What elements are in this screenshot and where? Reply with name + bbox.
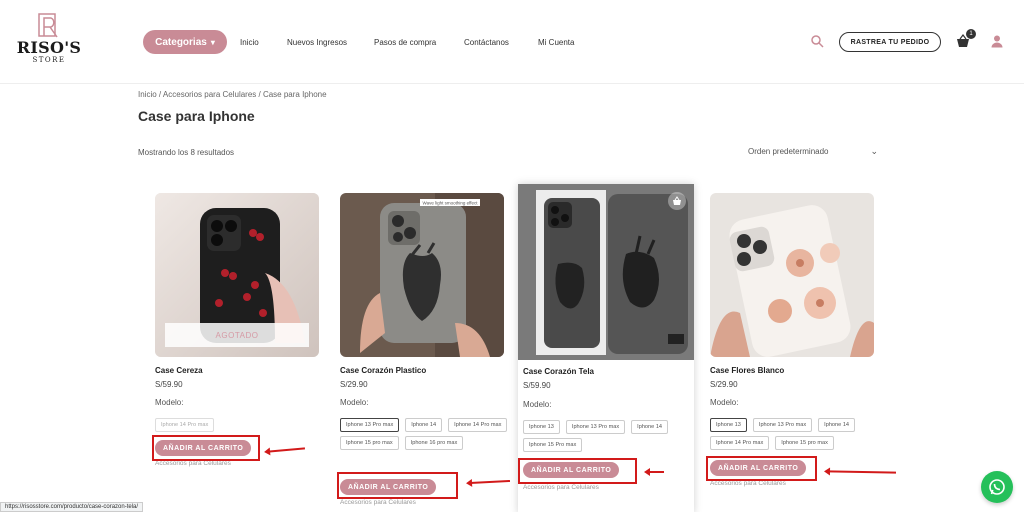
variant-option[interactable]: Iphone 14 Pro max (710, 436, 770, 450)
variant-option[interactable]: Iphone 13 Pro max (565, 420, 626, 434)
cart-count-badge: 1 (966, 29, 976, 39)
product-card[interactable]: AGOTADO Case Cereza S/59.90 Modelo: Ipho… (150, 190, 326, 512)
whatsapp-icon (989, 479, 1005, 495)
variant-option[interactable]: Iphone 13 (523, 420, 560, 434)
variant-option[interactable]: Iphone 13 Pro max (752, 418, 813, 432)
nav-pasos-de-compra[interactable]: Pasos de compra (374, 38, 436, 47)
whatsapp-button[interactable] (981, 471, 1013, 503)
sort-label: Orden predeterminado (748, 147, 829, 156)
annotation-highlight-box (518, 458, 637, 484)
image-caption: Wave light smoothing effect (422, 201, 478, 206)
product-name[interactable]: Case Flores Blanco (710, 366, 784, 375)
nav-inicio[interactable]: Inicio (240, 38, 259, 47)
variant-option[interactable]: Iphone 15 Pro max (523, 438, 583, 452)
product-price: S/29.90 (710, 380, 738, 389)
variant-list: Iphone 13 Iphone 13 Pro max Iphone 14 Ip… (710, 418, 880, 450)
product-name[interactable]: Case Corazón Plastico (340, 366, 426, 375)
product-price: S/59.90 (523, 381, 551, 390)
user-icon[interactable] (990, 34, 1004, 48)
variant-option[interactable]: Iphone 14 Pro max (155, 418, 215, 432)
variant-label: Modelo: (340, 398, 369, 407)
status-bar-url: https://risosstore.com/producto/case-cor… (0, 502, 144, 512)
nav-nuevos-ingresos[interactable]: Nuevos Ingresos (287, 38, 347, 47)
nav-contactanos[interactable]: Contáctanos (464, 38, 509, 47)
product-image[interactable] (710, 193, 874, 357)
logo-brand: RISO'S (16, 38, 82, 57)
logo-sub: STORE (32, 56, 66, 64)
variant-option[interactable]: Iphone 14 Pro max (448, 418, 508, 432)
annotation-highlight-box (706, 456, 817, 481)
variant-label: Modelo: (523, 400, 552, 409)
variant-option[interactable]: Iphone 16 pro max (404, 436, 464, 450)
site-header: RISO'S STORE Categorias ▾ Inicio Nuevos … (0, 0, 1024, 84)
variant-option[interactable]: Iphone 15 pro max (775, 436, 834, 450)
product-image[interactable] (518, 184, 694, 360)
product-card[interactable]: Wave light smoothing effect Case Corazón… (335, 190, 511, 512)
variant-label: Modelo: (155, 398, 184, 407)
variant-option[interactable]: Iphone 14 (405, 418, 443, 432)
categories-button[interactable]: Categorias ▾ (143, 30, 227, 54)
nav-mi-cuenta[interactable]: Mi Cuenta (538, 38, 574, 47)
variant-list: Iphone 13 Iphone 13 Pro max Iphone 14 Ip… (523, 420, 693, 452)
product-category[interactable]: Accesorios para Celulares (710, 480, 786, 487)
sold-out-overlay: AGOTADO (165, 323, 309, 347)
variant-list: Iphone 14 Pro max (155, 418, 325, 432)
product-name[interactable]: Case Cereza (155, 366, 203, 375)
product-image[interactable]: Wave light smoothing effect (340, 193, 504, 357)
site-logo[interactable]: RISO'S STORE (16, 10, 82, 74)
variant-label: Modelo: (710, 398, 739, 407)
chevron-down-icon: ▾ (210, 37, 215, 47)
product-category[interactable]: Accesorios para Celulares (523, 484, 599, 491)
logo-monogram-icon (38, 13, 58, 38)
product-name[interactable]: Case Corazón Tela (523, 367, 594, 376)
product-price: S/59.90 (155, 380, 183, 389)
variant-option[interactable]: Iphone 14 (818, 418, 856, 432)
variant-option[interactable]: Iphone 13 (710, 418, 747, 432)
variant-option[interactable]: Iphone 13 Pro max (340, 418, 400, 432)
product-category[interactable]: Accesorios para Celulares (155, 460, 231, 467)
bag-icon[interactable] (668, 192, 686, 210)
product-price: S/29.90 (340, 380, 368, 389)
results-count: Mostrando los 8 resultados (138, 148, 235, 157)
categories-label: Categorias (155, 36, 207, 48)
search-icon[interactable] (810, 34, 824, 48)
variant-option[interactable]: Iphone 14 (631, 420, 669, 434)
sort-select[interactable]: Orden predeterminado ⌄ (748, 146, 878, 157)
breadcrumb[interactable]: Inicio / Accesorios para Celulares / Cas… (138, 90, 327, 99)
track-order-button[interactable]: RASTREA TU PEDIDO (839, 32, 941, 52)
annotation-arrow (644, 468, 664, 476)
annotation-highlight-box (337, 472, 458, 499)
product-category[interactable]: Accesorios para Celulares (340, 499, 416, 506)
product-image[interactable]: AGOTADO (155, 193, 319, 357)
chevron-down-icon: ⌄ (870, 146, 878, 156)
variant-list: Iphone 13 Pro max Iphone 14 Iphone 14 Pr… (340, 418, 510, 450)
variant-option[interactable]: Iphone 15 pro max (340, 436, 399, 450)
annotation-highlight-box (152, 435, 260, 461)
page-title: Case para Iphone (138, 108, 255, 124)
